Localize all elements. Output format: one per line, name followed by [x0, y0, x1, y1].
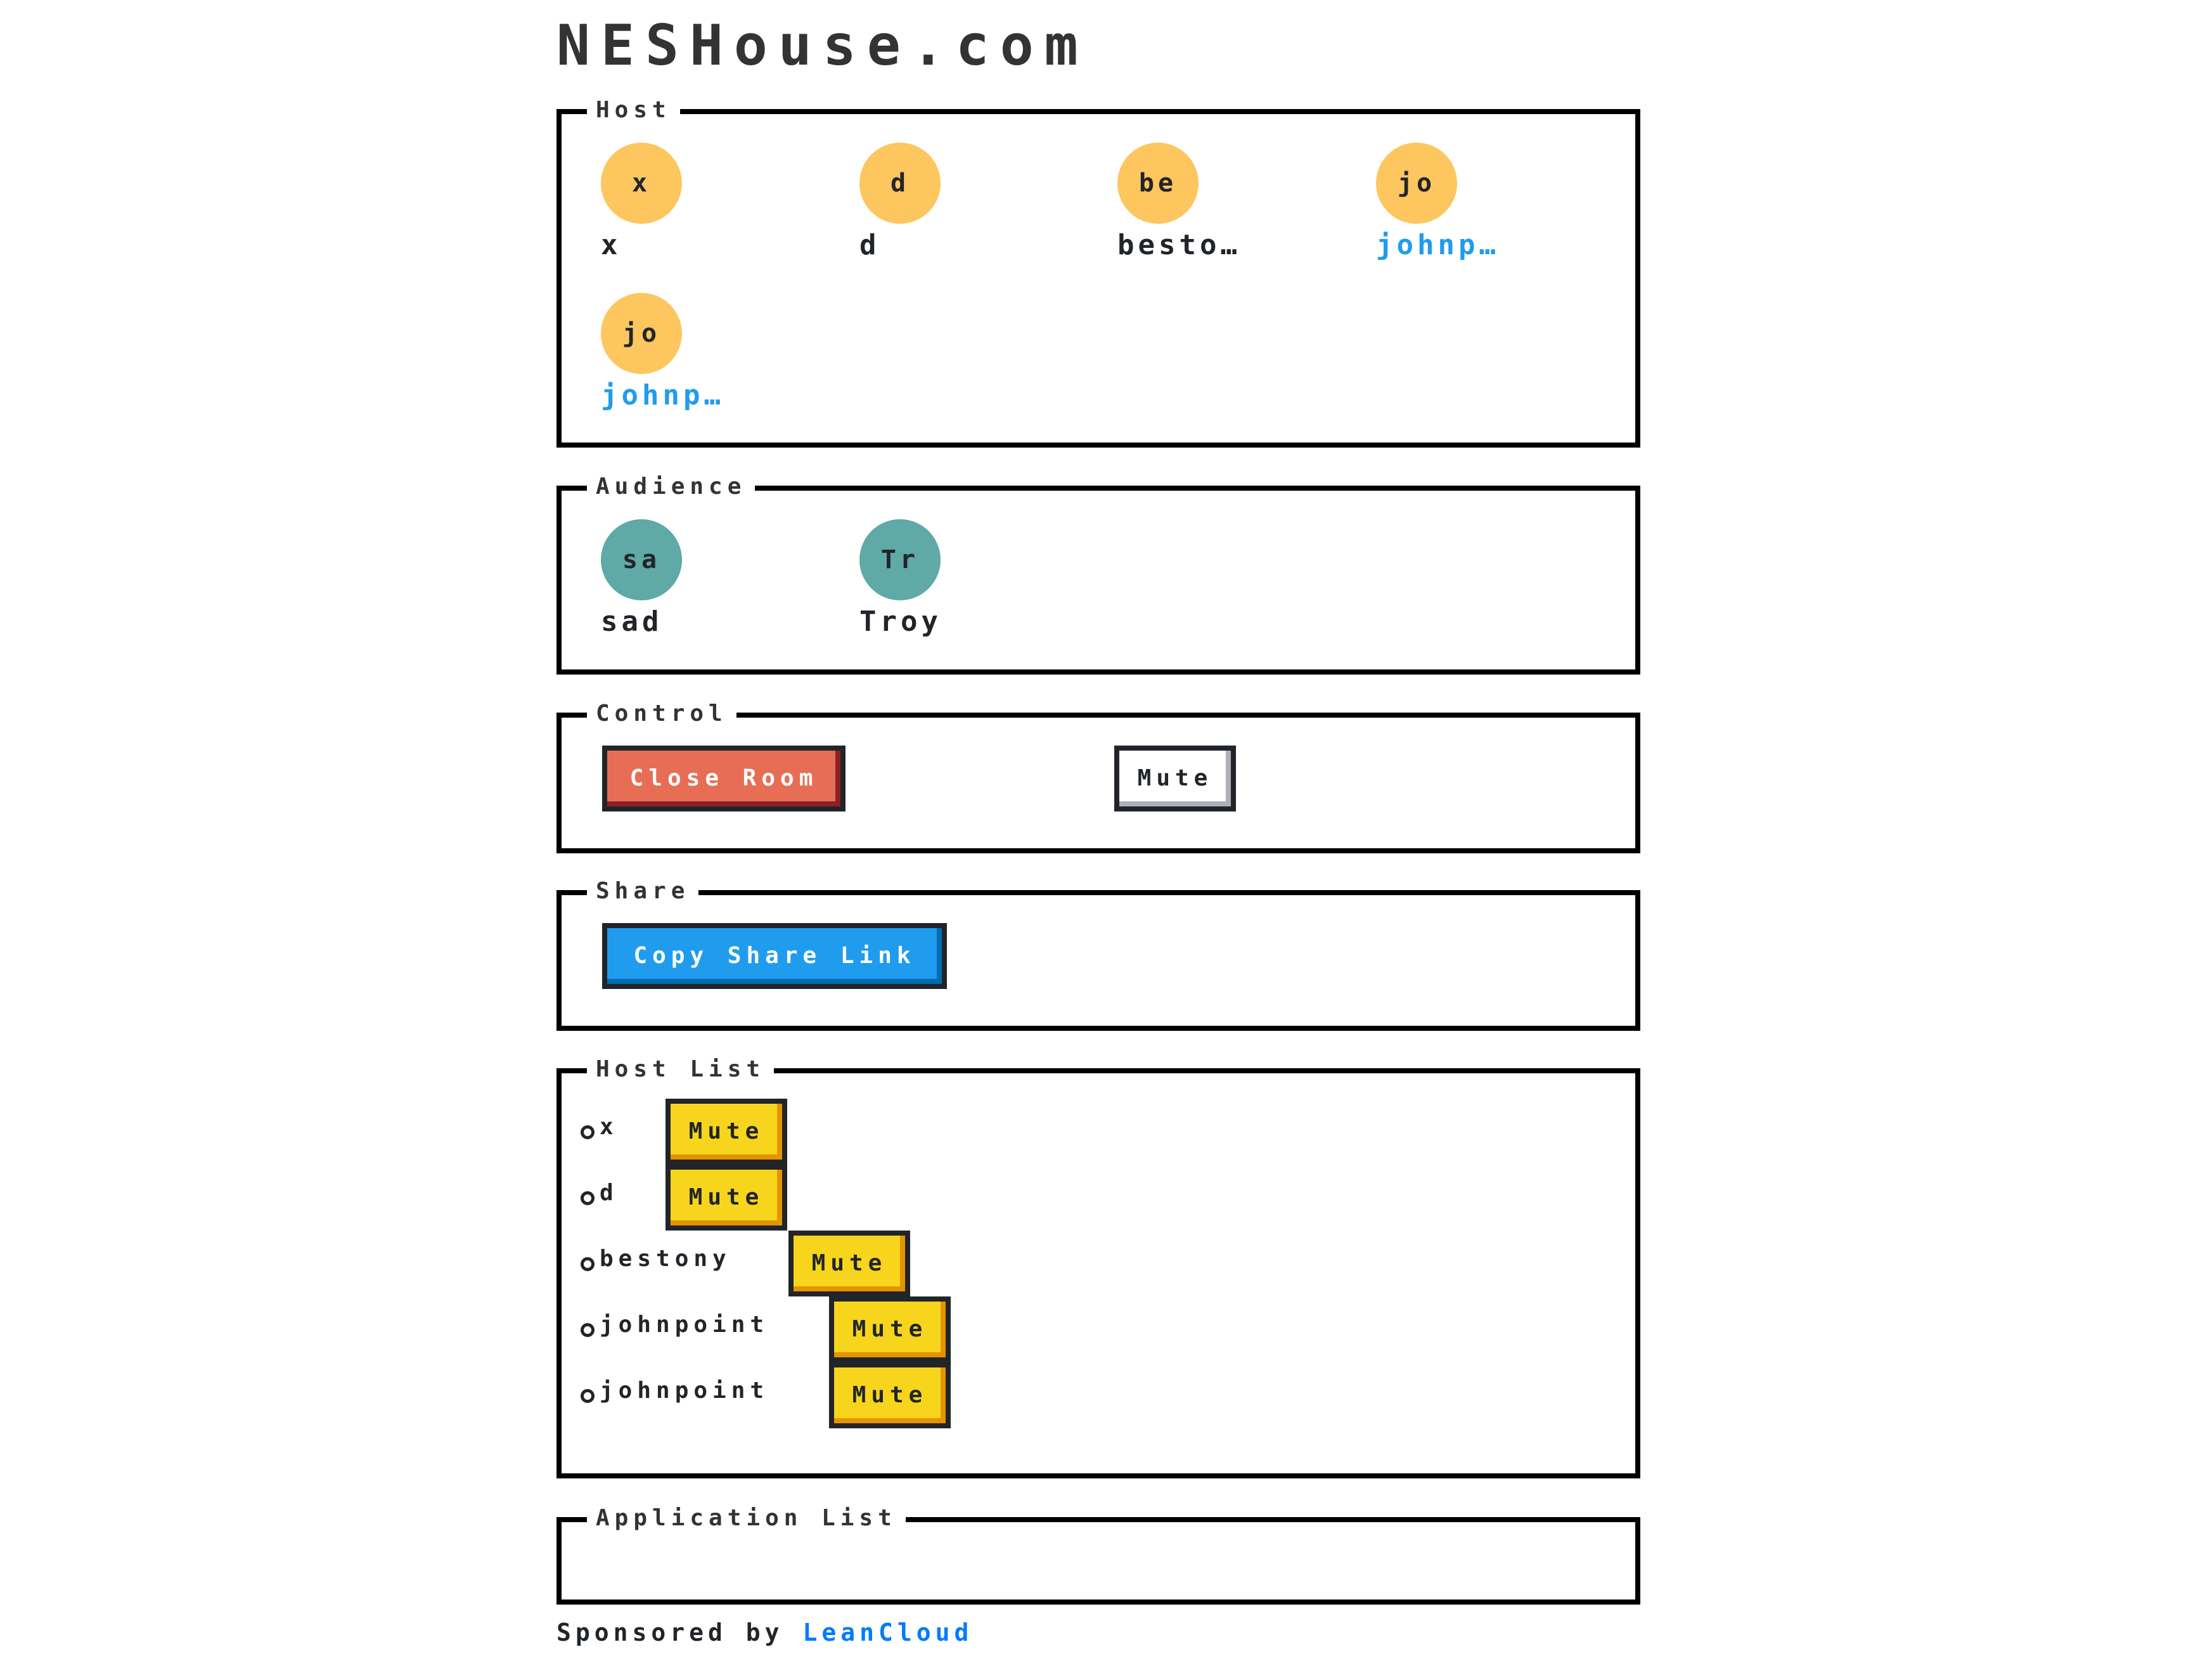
member-name-link[interactable]: johnp… — [1376, 226, 1566, 264]
copy-share-link-button[interactable]: Copy Share Link — [602, 923, 947, 989]
member-name: sad — [601, 605, 663, 638]
site-title: NESHouse.com — [556, 13, 1089, 78]
host-member[interactable]: jo johnp… — [1376, 143, 1566, 264]
host-list-section-title: Host List — [587, 1054, 775, 1085]
host-section: Host x x d d be besto… jo johnp… jo john… — [556, 95, 1640, 448]
host-member[interactable]: d d — [859, 143, 1050, 264]
share-section: Share Copy Share Link — [556, 876, 1640, 1031]
host-list-section: Host List x Mute d Mute bestony Mute joh… — [556, 1054, 1640, 1478]
member-name: Troy — [859, 605, 942, 638]
application-list-section-title: Application List — [587, 1503, 906, 1534]
avatar: Tr — [859, 519, 941, 600]
control-section-title: Control — [587, 699, 736, 729]
host-list-name: johnpoint — [600, 1312, 769, 1338]
avatar: d — [859, 143, 941, 224]
avatar: jo — [601, 293, 682, 374]
footer: Sponsored by LeanCloud — [556, 1615, 973, 1650]
avatar: x — [601, 143, 682, 224]
host-list-name: x — [600, 1114, 619, 1140]
mute-host-button[interactable]: Mute — [788, 1231, 910, 1296]
member-name: x — [601, 229, 622, 261]
host-list-name: bestony — [600, 1246, 731, 1272]
mute-host-button[interactable]: Mute — [666, 1165, 787, 1231]
member-name: besto… — [1117, 229, 1241, 261]
control-section: Control Close Room Mute — [556, 699, 1640, 853]
circle-bullet-icon — [581, 1125, 595, 1139]
mute-host-button[interactable]: Mute — [666, 1099, 787, 1165]
circle-bullet-icon — [581, 1191, 595, 1205]
host-list-name: johnpoint — [600, 1378, 769, 1404]
member-name-link[interactable]: johnp… — [601, 377, 791, 415]
avatar: sa — [601, 519, 682, 600]
host-section-title: Host — [587, 95, 680, 126]
audience-section: Audience sa sad Tr Troy — [556, 472, 1640, 675]
host-member[interactable]: x x — [601, 143, 791, 264]
circle-bullet-icon — [581, 1323, 595, 1337]
host-list-name: d — [600, 1180, 619, 1206]
mute-host-button[interactable]: Mute — [829, 1362, 951, 1428]
circle-bullet-icon — [581, 1389, 595, 1403]
sponsored-by-text: Sponsored by — [556, 1619, 784, 1646]
avatar: be — [1117, 143, 1199, 224]
host-member[interactable]: jo johnp… — [601, 293, 791, 415]
mute-button[interactable]: Mute — [1114, 746, 1236, 811]
member-name: d — [859, 229, 880, 261]
audience-member[interactable]: sa sad — [601, 519, 791, 641]
host-member[interactable]: be besto… — [1117, 143, 1308, 264]
audience-member[interactable]: Tr Troy — [859, 519, 1050, 641]
leancloud-link[interactable]: LeanCloud — [802, 1619, 973, 1646]
circle-bullet-icon — [581, 1257, 595, 1271]
close-room-button[interactable]: Close Room — [602, 746, 846, 811]
share-section-title: Share — [587, 876, 699, 907]
application-list-section: Application List — [556, 1503, 1640, 1605]
mute-host-button[interactable]: Mute — [829, 1296, 951, 1362]
avatar: jo — [1376, 143, 1457, 224]
audience-section-title: Audience — [587, 472, 756, 502]
